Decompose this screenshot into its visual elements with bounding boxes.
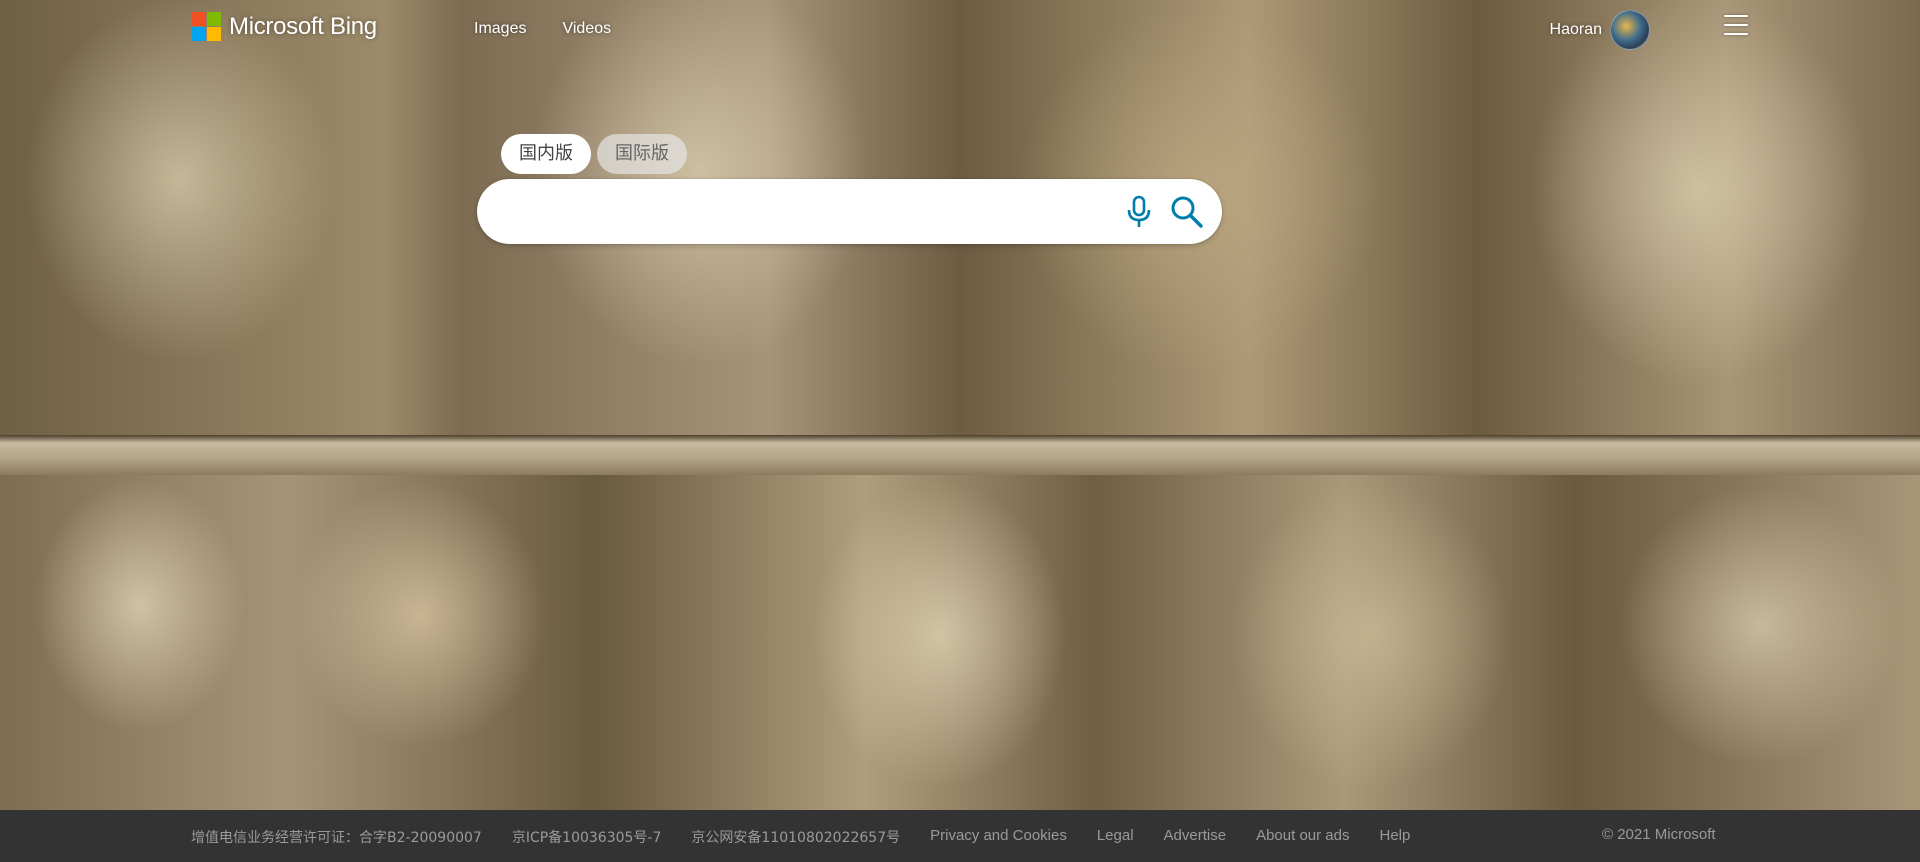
- nav-videos-link[interactable]: Videos: [562, 20, 611, 38]
- user-account[interactable]: Haoran: [1550, 10, 1650, 50]
- background-carvings-bottom: [0, 475, 1920, 810]
- microsoft-logo-icon: [192, 12, 221, 41]
- footer-link-legal[interactable]: Legal: [1097, 827, 1134, 847]
- logo-text: Microsoft Bing: [229, 12, 377, 40]
- footer-link-advertise[interactable]: Advertise: [1164, 827, 1227, 847]
- nav-images-link[interactable]: Images: [474, 20, 526, 38]
- search-scope-tabs: 国内版 国际版: [501, 134, 687, 174]
- footer-link-telecom-license[interactable]: 增值电信业务经营许可证：合字B2-20090007: [191, 827, 482, 847]
- search-icon[interactable]: [1169, 194, 1205, 230]
- footer-link-privacy[interactable]: Privacy and Cookies: [930, 827, 1067, 847]
- search-input[interactable]: [505, 179, 1109, 246]
- footer-link-about-ads[interactable]: About our ads: [1256, 827, 1349, 847]
- footer-link-help[interactable]: Help: [1379, 827, 1410, 847]
- footer: 增值电信业务经营许可证：合字B2-20090007 京ICP备10036305号…: [0, 810, 1920, 862]
- avatar[interactable]: [1610, 10, 1650, 50]
- user-name[interactable]: Haoran: [1550, 21, 1602, 39]
- footer-link-public-security[interactable]: 京公网安备11010802022657号: [691, 827, 900, 847]
- hamburger-menu-icon[interactable]: [1724, 15, 1748, 35]
- copyright: © 2021 Microsoft: [1602, 826, 1716, 843]
- scope-tab-international[interactable]: 国际版: [597, 134, 687, 174]
- menu-line: [1724, 15, 1748, 17]
- logo-square-green: [207, 12, 221, 26]
- search-box: [477, 179, 1222, 246]
- background-ledge: [0, 435, 1920, 475]
- logo-square-red: [192, 12, 206, 26]
- menu-line: [1724, 24, 1748, 26]
- microphone-icon[interactable]: [1123, 195, 1155, 229]
- background-image: [0, 0, 1920, 810]
- top-nav: Images Videos: [474, 20, 611, 38]
- scope-tab-domestic[interactable]: 国内版: [501, 134, 591, 174]
- footer-links: 增值电信业务经营许可证：合字B2-20090007 京ICP备10036305号…: [191, 827, 1410, 847]
- bing-logo[interactable]: Microsoft Bing: [192, 12, 377, 41]
- logo-square-blue: [192, 27, 206, 41]
- logo-square-yellow: [207, 27, 221, 41]
- footer-link-icp[interactable]: 京ICP备10036305号-7: [512, 827, 662, 847]
- menu-line: [1724, 33, 1748, 35]
